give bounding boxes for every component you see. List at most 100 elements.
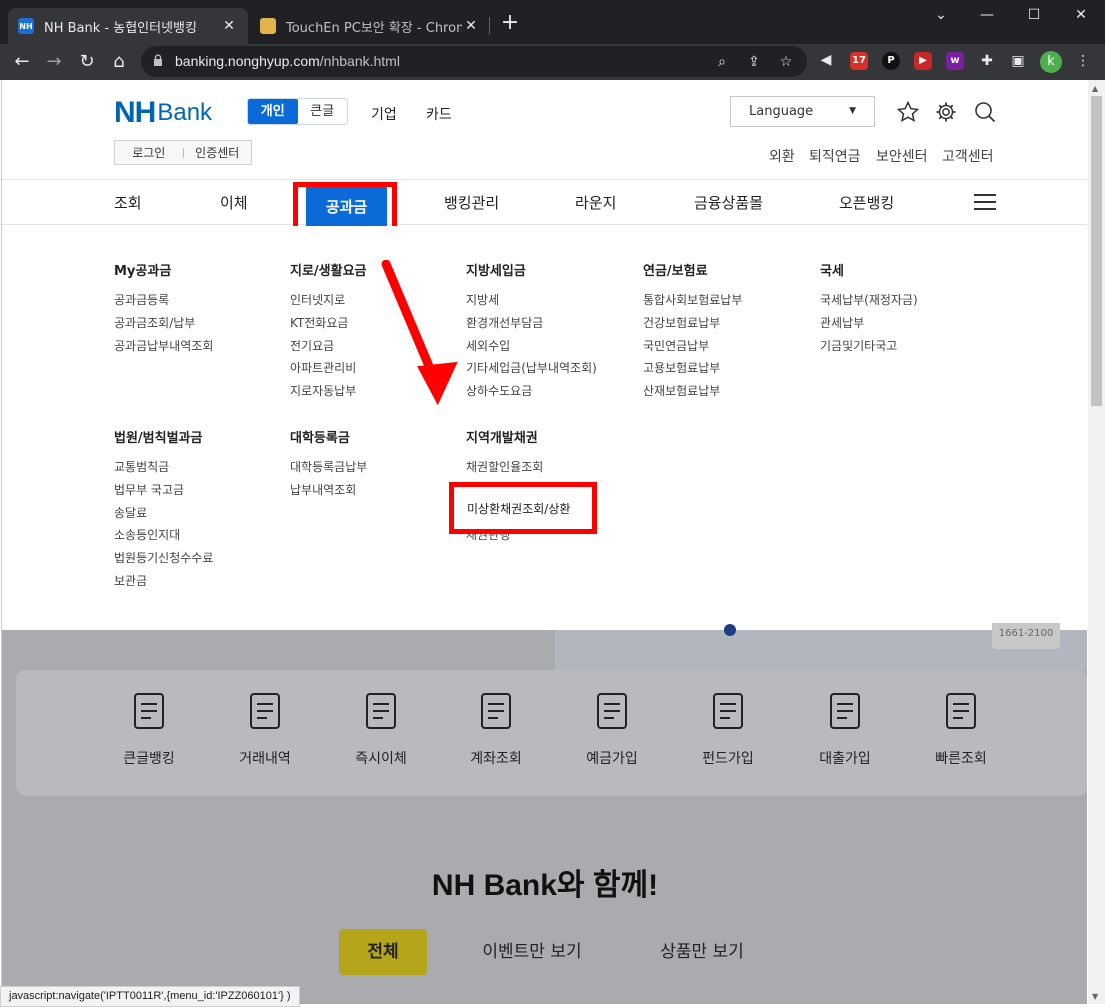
gnb-item-product-mall[interactable]: 금융상품몰	[694, 192, 763, 213]
quick-menu-item[interactable]: 예금가입	[562, 690, 662, 768]
forex-link[interactable]: 외환	[769, 146, 795, 166]
nh-bank-logo[interactable]: NH Bank	[114, 96, 212, 130]
settings-gear-icon[interactable]	[934, 100, 958, 124]
menu-link[interactable]: 공과금등록	[114, 289, 213, 312]
menu-link[interactable]: 기타세입금(납부내역조회)	[466, 357, 597, 380]
language-select[interactable]: Language ▼	[730, 96, 875, 127]
security-center-link[interactable]: 보안센터	[876, 146, 928, 166]
menu-link[interactable]: 국민연금납부	[643, 335, 742, 358]
red-arrow-icon	[381, 260, 458, 406]
menu-link[interactable]: 법무부 국고금	[114, 479, 213, 502]
menu-link[interactable]: 인터넷지로	[290, 289, 367, 312]
menu-column: My공과금 공과금등록 공과금조회/납부 공과금납부내역조회	[114, 260, 213, 357]
carousel-dot[interactable]	[724, 624, 736, 636]
share-icon[interactable]: ⇪	[745, 53, 763, 71]
menu-link[interactable]: 상하수도요금	[466, 380, 597, 403]
menu-link[interactable]: 대학등록금납부	[290, 456, 367, 479]
tab-touchen[interactable]: TouchEn PC보안 확장 - Chrome ✕	[250, 8, 490, 44]
close-tab-icon[interactable]: ✕	[462, 18, 480, 34]
menu-link[interactable]: 고용보험료납부	[643, 357, 742, 380]
menu-link[interactable]: 송달료	[114, 502, 213, 525]
quick-menu-label: 즉시이체	[355, 751, 407, 767]
menu-link[interactable]: 지방세	[466, 289, 597, 312]
new-tab-button[interactable]: +	[498, 12, 522, 36]
back-icon[interactable]: ←	[10, 50, 34, 74]
filter-events-button[interactable]: 이벤트만 보기	[462, 929, 602, 975]
personal-mode-button[interactable]: 개인	[248, 99, 298, 124]
tab-nh-bank[interactable]: NH NH Bank - 농협인터넷뱅킹 ✕	[8, 8, 248, 44]
menu-link[interactable]: 산재보험료납부	[643, 380, 742, 403]
scroll-up-icon[interactable]: ▲	[1092, 84, 1098, 93]
menu-link[interactable]: 통합사회보험료납부	[643, 289, 742, 312]
gnb-item-open-banking[interactable]: 오픈뱅킹	[839, 192, 894, 213]
customer-center-link[interactable]: 고객센터	[942, 146, 994, 166]
gnb-item-lounge[interactable]: 라운지	[575, 192, 616, 213]
menu-link[interactable]: 환경개선부담금	[466, 312, 597, 335]
zoom-icon[interactable]: ⌕	[713, 53, 731, 71]
dropdown-caret-icon: ▼	[849, 106, 856, 116]
menu-link[interactable]: 지로자동납부	[290, 380, 367, 403]
menu-link[interactable]: 소송등인지대	[114, 524, 213, 547]
extensions-puzzle-icon[interactable]: ✚	[978, 52, 996, 70]
menu-link[interactable]: 공과금납부내역조회	[114, 335, 213, 358]
favorites-star-icon[interactable]	[896, 100, 920, 124]
cert-center-button[interactable]: 인증센터	[184, 144, 252, 161]
search-icon[interactable]	[973, 100, 997, 124]
quick-menu-item[interactable]: 즉시이체	[331, 690, 431, 768]
large-text-mode-button[interactable]: 큰글	[298, 99, 348, 124]
quick-menu-item[interactable]: 큰글뱅킹	[99, 690, 199, 768]
extension-w-icon[interactable]: w	[946, 52, 964, 70]
menu-link[interactable]: 국세납부(재정자금)	[820, 289, 918, 312]
menu-link[interactable]: 세외수입	[466, 335, 597, 358]
scrollbar-thumb[interactable]	[1091, 96, 1102, 406]
chrome-webstore-favicon-icon	[260, 18, 276, 34]
extension-p-icon[interactable]: P	[882, 52, 900, 70]
menu-link[interactable]: 채권할인율조회	[466, 456, 543, 479]
menu-link[interactable]: 보관금	[114, 570, 213, 593]
menu-link[interactable]: 공과금조회/납부	[114, 312, 213, 335]
corporate-link[interactable]: 기업	[371, 104, 397, 124]
extension-adblock-icon[interactable]: 17	[850, 52, 868, 70]
reload-icon[interactable]: ↻	[75, 50, 99, 74]
gnb-item-banking-manage[interactable]: 뱅킹관리	[444, 192, 499, 213]
menu-link[interactable]: 기금및기타국고	[820, 335, 918, 358]
home-icon[interactable]: ⌂	[107, 50, 131, 74]
tab-search-icon[interactable]: ⌄	[918, 0, 964, 32]
profile-avatar[interactable]: k	[1040, 51, 1062, 73]
menu-link[interactable]: 교통범칙금	[114, 456, 213, 479]
hamburger-menu-icon[interactable]	[974, 194, 996, 210]
menu-link[interactable]: 아파트관리비	[290, 357, 367, 380]
pension-link[interactable]: 퇴직연금	[809, 146, 861, 166]
menu-link[interactable]: 전기요금	[290, 335, 367, 358]
close-tab-icon[interactable]: ✕	[220, 18, 238, 34]
menu-kebab-icon[interactable]: ⋮	[1074, 52, 1092, 70]
forward-icon[interactable]: →	[42, 50, 66, 74]
quick-menu-item[interactable]: 빠른조회	[911, 690, 1011, 768]
side-panel-icon[interactable]: ▣	[1009, 52, 1027, 70]
menu-link[interactable]: 납부내역조회	[290, 479, 367, 502]
extension-video-icon[interactable]: ▶	[914, 52, 932, 70]
card-link[interactable]: 카드	[426, 104, 452, 124]
speaker-icon[interactable]: ◀	[817, 51, 835, 69]
quick-menu-item[interactable]: 거래내역	[215, 690, 315, 768]
bookmark-star-icon[interactable]: ☆	[777, 53, 795, 71]
menu-link[interactable]: 관세납부	[820, 312, 918, 335]
maximize-button[interactable]: ☐	[1011, 0, 1057, 32]
quick-menu-item[interactable]: 계좌조회	[446, 690, 546, 768]
menu-link[interactable]: 법원등기신청수수료	[114, 547, 213, 570]
filter-products-button[interactable]: 상품만 보기	[642, 929, 762, 975]
gnb-item-inquiry[interactable]: 조회	[114, 192, 142, 213]
minimize-button[interactable]: —	[964, 0, 1010, 32]
global-nav	[2, 179, 1087, 225]
gnb-item-transfer[interactable]: 이체	[220, 192, 248, 213]
login-button[interactable]: 로그인	[115, 144, 183, 161]
quick-menu-item[interactable]: 대출가입	[795, 690, 895, 768]
address-bar[interactable]: banking.nonghyup.com/nhbank.html ⌕ ⇪ ☆	[141, 46, 807, 77]
scroll-down-icon[interactable]: ▼	[1092, 992, 1098, 1001]
filter-all-button[interactable]: 전체	[339, 929, 427, 975]
menu-link[interactable]: KT전화요금	[290, 312, 367, 335]
close-window-button[interactable]: ✕	[1058, 0, 1104, 32]
quick-menu-item[interactable]: 펀드가입	[678, 690, 778, 768]
menu-link[interactable]: 건강보험료납부	[643, 312, 742, 335]
quick-menu-label: 계좌조회	[470, 751, 522, 767]
